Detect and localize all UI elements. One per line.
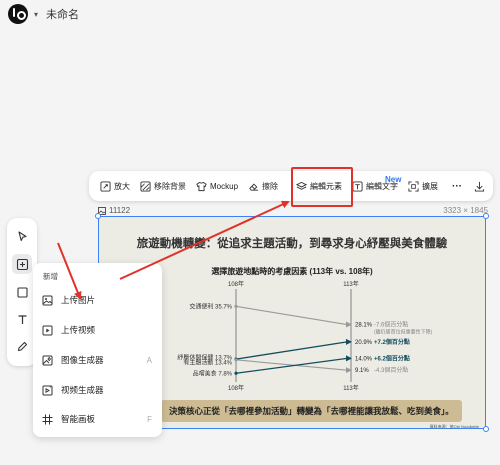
menu-item-label: 图像生成器 [61,355,104,365]
download-icon [474,181,485,192]
series-change-label: -4.3個百分點 [374,366,408,374]
series-start-label: 品嚐美食 7.8% [193,369,233,377]
upscale-label: 放大 [114,181,130,191]
plus-square-icon [16,258,28,270]
video-generator-icon [42,385,53,395]
new-badge: New [385,175,402,184]
remove-bg-icon [140,180,151,192]
expand-label: 擴展 [422,181,439,191]
app-logo-icon[interactable] [8,4,28,24]
expand-icon [408,180,419,192]
erase-label: 擦除 [262,181,279,191]
series-change-label: +6.2個百分點 [374,354,410,362]
menu-shortcut: A [146,355,152,365]
more-icon: ··· [452,180,463,192]
conclusion-banner: 決策核心正從「去哪裡參加活動」轉變為「去哪裡能讓我放鬆、吃到美食」。 [161,400,462,422]
chevron-down-icon[interactable]: ▾ [34,10,38,19]
series-end-label: 20.9% [355,340,373,346]
text-tool-button[interactable] [12,309,32,329]
series-line [235,341,348,360]
source-note: 資料來源：旅Ohi Noodlable [429,424,479,429]
frame-label[interactable]: 11122 [98,206,130,215]
frame-name: 11122 [109,206,131,215]
expand-button[interactable]: 擴展 [403,175,443,197]
cursor-icon [17,230,27,241]
series-start-label: 有主題活動 13.4% [183,358,232,366]
axis-bottom-label: 108年 [228,384,244,392]
pen-tool-button[interactable] [12,336,32,356]
layers-icon [296,181,308,190]
menu-item-image-generator[interactable]: 图像生成器 A [33,349,162,371]
series-note: (雖仍居首位但重要性下降) [374,329,433,336]
axis-bottom-label: 113年 [343,384,359,392]
download-button[interactable] [469,175,490,197]
tshirt-icon [196,181,207,191]
series-end-label: 14.0% [355,356,373,362]
menu-item-label: 上传图片 [61,295,96,305]
document-title[interactable]: 未命名 [46,6,79,22]
remove-background-button[interactable]: 移除背景 [135,175,191,197]
series-line [235,357,348,374]
select-tool-button[interactable] [12,226,32,246]
series-end-label: 9.1% [355,368,369,374]
video-upload-icon [42,325,53,335]
menu-item-smart-board[interactable]: 智能画板 F [33,408,162,430]
menu-item-upload-video[interactable]: 上传视频 [33,319,162,341]
menu-item-upload-image[interactable]: 上传图片 [33,289,162,311]
mockup-button[interactable]: Mockup [191,175,243,197]
series-start-point [234,358,238,362]
series-line [235,305,348,326]
erase-button[interactable]: 擦除 [243,175,283,197]
series-line [235,359,348,371]
series-end-label: 28.1% [355,323,373,329]
menu-item-video-generator[interactable]: 视频生成器 [33,379,162,401]
eraser-icon [249,183,259,191]
conclusion-text: 決策核心正從「去哪裡參加活動」轉變為「去哪裡能讓我放鬆、吃到美食」。 [169,406,454,416]
series-start-label: 交通便利 35.7% [189,302,232,310]
app-header: ▾ 未命名 [8,4,79,24]
series-change-label: -7.6個百分點 [374,321,408,329]
image-upload-icon [42,295,53,305]
resize-handle-top-left[interactable] [95,213,101,219]
series-change-label: +7.2個百分點 [374,338,410,346]
menu-item-label: 视频生成器 [61,385,104,395]
edit-elements-label: 編輯元素 [310,181,343,191]
menu-shortcut: F [147,414,152,424]
series-start-point [234,304,238,308]
add-menu: 新增 上传图片 上传视频 图像生成器 A 视频生成器 智能画板 F [33,263,162,437]
mockup-label: Mockup [210,181,239,191]
text-icon [18,314,26,324]
upscale-icon [100,180,111,192]
smart-board-icon [42,414,53,424]
menu-item-label: 智能画板 [61,414,96,424]
upscale-button[interactable]: 放大 [95,175,135,197]
edit-elements-button[interactable]: 編輯元素 [291,175,347,197]
shape-tool-button[interactable] [12,282,32,302]
remove-background-label: 移除背景 [154,181,186,191]
axis-top-label: 108年 [228,280,244,288]
resize-handle-top-right[interactable] [483,213,489,219]
more-button[interactable]: ··· [447,175,467,197]
axis-top-label: 113年 [343,280,359,288]
add-menu-header: 新增 [43,272,58,281]
pen-icon [17,341,27,351]
resize-handle-bottom-right[interactable] [483,426,489,432]
add-tool-button[interactable] [12,254,32,274]
frame-dimensions: 3323 × 1845 [443,206,488,215]
image-generator-icon [42,355,53,365]
edit-text-icon [352,180,363,192]
menu-item-label: 上传视频 [61,325,96,335]
square-icon [16,286,28,298]
image-toolbar: 放大 移除背景 Mockup 擦除 編輯元素 編輯文字 擴展 ··· [89,171,493,201]
series-start-point [234,371,238,375]
